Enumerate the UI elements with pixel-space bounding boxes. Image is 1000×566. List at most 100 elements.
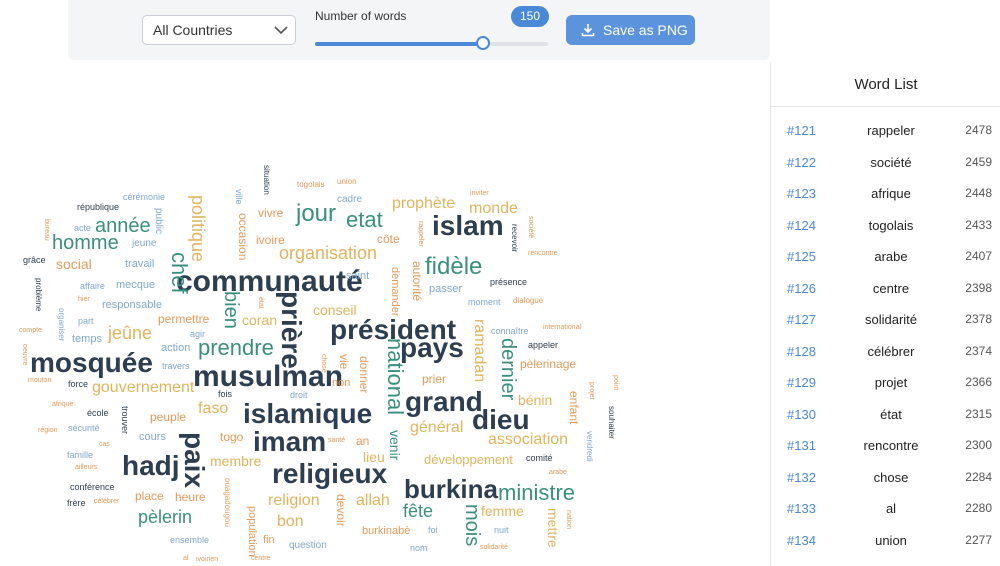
cloud-word: union bbox=[337, 177, 357, 186]
cloud-word: etat bbox=[346, 207, 383, 232]
word-list-row[interactable]: #128 célébrer 2374 bbox=[771, 336, 1000, 368]
cloud-word: appeler bbox=[528, 340, 559, 350]
cloud-word: sécurité bbox=[68, 423, 100, 433]
slider-label: Number of words bbox=[315, 9, 407, 23]
word-count-slider[interactable] bbox=[315, 36, 548, 50]
word-list-row[interactable]: #121 rappeler 2478 bbox=[771, 115, 1000, 147]
cloud-word: allah bbox=[356, 492, 390, 509]
cloud-word: permettre bbox=[158, 312, 210, 326]
cloud-word: venir bbox=[387, 430, 403, 461]
cloud-word: mettre bbox=[545, 508, 561, 548]
word-list-row[interactable]: #124 togolais 2433 bbox=[771, 210, 1000, 242]
word-text: chose bbox=[873, 469, 909, 485]
cloud-word: grâce bbox=[23, 255, 46, 265]
cloud-word: donner bbox=[357, 356, 371, 394]
word-rank: #134 bbox=[787, 532, 816, 548]
cloud-word: mecque bbox=[116, 279, 156, 291]
word-rank: #132 bbox=[787, 469, 816, 485]
cloud-word: inviter bbox=[470, 190, 489, 197]
word-list-row[interactable]: #126 centre 2398 bbox=[771, 273, 1000, 305]
cloud-word: saint bbox=[346, 270, 370, 282]
cloud-word: lieu bbox=[363, 449, 385, 465]
cloud-word: point bbox=[612, 375, 619, 391]
cloud-word: population bbox=[246, 506, 258, 557]
cloud-word: islamique bbox=[243, 398, 373, 429]
cloud-word: vie bbox=[337, 354, 351, 370]
cloud-word: bien bbox=[220, 291, 242, 329]
cloud-word: place bbox=[135, 489, 164, 503]
cloud-word: solidarité bbox=[480, 544, 509, 551]
download-icon bbox=[581, 24, 595, 37]
cloud-word: public bbox=[153, 208, 164, 235]
word-list-row[interactable]: #133 al 2280 bbox=[771, 493, 1000, 525]
word-text: célébrer bbox=[867, 343, 915, 359]
word-list-row[interactable]: #123 afrique 2448 bbox=[771, 178, 1000, 210]
save-png-label: Save as PNG bbox=[603, 22, 688, 38]
cloud-word: frère bbox=[67, 498, 86, 508]
cloud-word: nuit bbox=[494, 525, 509, 535]
word-count: 2280 bbox=[965, 501, 992, 515]
word-text: état bbox=[880, 406, 902, 422]
word-list-row[interactable]: #131 rencontre 2300 bbox=[771, 430, 1000, 462]
cloud-word: recevoir bbox=[510, 224, 519, 253]
cloud-word: nom bbox=[410, 543, 428, 553]
cloud-word: général bbox=[410, 419, 464, 436]
cloud-word: pays bbox=[400, 332, 464, 363]
word-list-row[interactable]: #127 solidarité 2378 bbox=[771, 304, 1000, 336]
word-list-row[interactable]: #132 chose 2284 bbox=[771, 462, 1000, 494]
cloud-word: ivoirien bbox=[196, 556, 219, 563]
save-png-button[interactable]: Save as PNG bbox=[566, 15, 695, 45]
cloud-word: société bbox=[527, 216, 534, 239]
word-list-row[interactable]: #130 état 2315 bbox=[771, 399, 1000, 431]
word-count: 2284 bbox=[965, 469, 992, 484]
cloud-word: al bbox=[183, 555, 189, 562]
cloud-word: souhaiter bbox=[607, 406, 616, 439]
cloud-word: devoir bbox=[334, 494, 348, 527]
cloud-word: international bbox=[543, 324, 582, 331]
cloud-word: pèlerin bbox=[138, 507, 193, 527]
slider-thumb[interactable] bbox=[475, 36, 490, 50]
cloud-word: temps bbox=[72, 333, 102, 345]
word-list-row[interactable]: #129 projet 2366 bbox=[771, 367, 1000, 399]
cloud-word: bureau bbox=[43, 219, 50, 241]
cloud-word: dieu bbox=[472, 404, 530, 435]
cloud-word: action bbox=[161, 342, 191, 354]
cloud-word: école bbox=[87, 408, 109, 418]
cloud-word: hadj bbox=[122, 450, 180, 481]
word-list-row[interactable]: #125 arabe 2407 bbox=[771, 241, 1000, 273]
cloud-word: travail bbox=[125, 258, 155, 270]
word-list-panel: Word List #121 rappeler 2478 #122 société 245… bbox=[770, 62, 1000, 566]
cloud-word: organiser bbox=[57, 308, 66, 342]
cloud-word: ville bbox=[234, 189, 244, 205]
cloud-word: bon bbox=[277, 513, 304, 530]
cloud-word: moment bbox=[468, 297, 501, 307]
cloud-word: situation bbox=[262, 165, 271, 195]
chevron-down-icon bbox=[274, 26, 288, 35]
word-list-title: Word List bbox=[771, 62, 1000, 107]
cloud-word: problème bbox=[34, 278, 43, 312]
word-list-row[interactable]: #122 société 2459 bbox=[771, 147, 1000, 179]
word-text: afrique bbox=[871, 186, 911, 201]
word-rank: #127 bbox=[787, 312, 816, 327]
cloud-word: autorité bbox=[410, 261, 424, 302]
cloud-word: rencontre bbox=[528, 250, 558, 257]
cloud-word: chose bbox=[320, 354, 327, 373]
word-count: 2398 bbox=[965, 280, 992, 295]
cloud-word: gouvernement bbox=[92, 379, 195, 396]
cloud-word: cadre bbox=[337, 194, 363, 205]
slider-fill bbox=[315, 42, 483, 46]
cloud-word: ailleurs bbox=[75, 464, 98, 471]
word-count: 2378 bbox=[965, 312, 992, 326]
cloud-word: ivoire bbox=[256, 233, 285, 247]
country-select[interactable]: All Countries bbox=[142, 15, 296, 45]
cloud-word: célébrer bbox=[94, 498, 120, 505]
cloud-word: an bbox=[356, 434, 370, 448]
cloud-word: question bbox=[289, 540, 327, 551]
cloud-word: pèlerinage bbox=[520, 357, 577, 371]
word-text: projet bbox=[874, 375, 908, 390]
cloud-word: travers bbox=[162, 361, 190, 371]
cloud-word: droit bbox=[290, 390, 308, 400]
cloud-word: non bbox=[332, 377, 351, 389]
cloud-word: part bbox=[78, 316, 94, 326]
word-list-row[interactable]: #134 union 2277 bbox=[771, 525, 1000, 557]
